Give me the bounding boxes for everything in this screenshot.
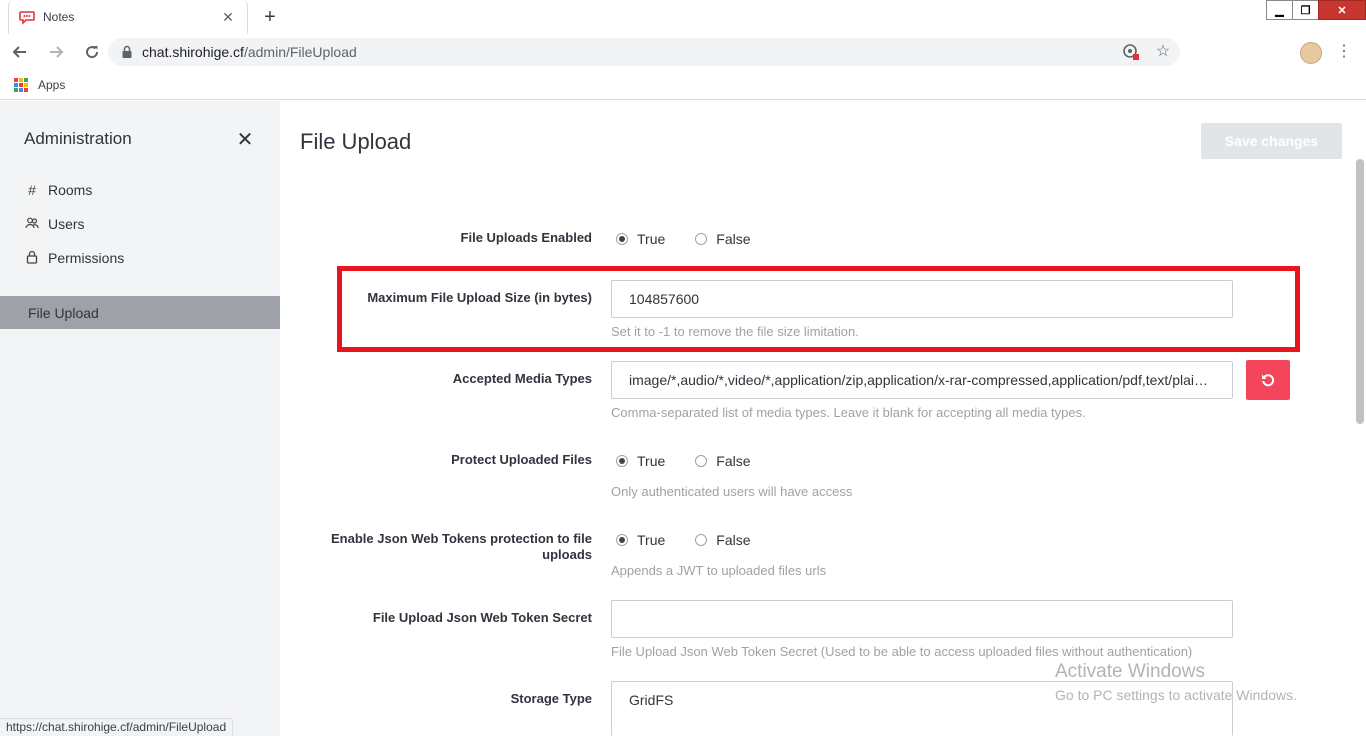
sidebar-item-file-upload[interactable]: File Upload xyxy=(0,296,280,329)
media-types-input[interactable]: image/*,audio/*,video/*,application/zip,… xyxy=(611,361,1233,399)
profile-avatar[interactable] xyxy=(1300,42,1322,64)
setting-hint: Comma-separated list of media types. Lea… xyxy=(611,405,1086,420)
sidebar-item-rooms[interactable]: # Rooms xyxy=(24,179,92,201)
setting-hint: Appends a JWT to uploaded files urls xyxy=(611,563,827,578)
tab-close-icon[interactable]: ✕ xyxy=(219,9,237,26)
jwt-protection-true[interactable]: True xyxy=(616,532,665,548)
sidebar-item-users[interactable]: Users xyxy=(24,213,85,235)
url-text: chat.shirohige.cf/admin/FileUpload xyxy=(142,44,357,60)
browser-tab[interactable]: Notes ✕ xyxy=(8,0,248,34)
reset-icon xyxy=(1262,374,1275,387)
window-close-button[interactable]: ✕ xyxy=(1318,0,1366,20)
uploads-enabled-radio-group: True False xyxy=(616,231,781,247)
sidebar-title: Administration xyxy=(24,129,132,148)
reset-media-types-button[interactable] xyxy=(1246,360,1290,400)
hash-icon: # xyxy=(28,182,36,198)
tab-title: Notes xyxy=(43,10,75,24)
radio-unselected-icon xyxy=(695,233,708,245)
setting-label: Storage Type xyxy=(510,691,592,706)
apps-bookmark[interactable]: Apps xyxy=(38,78,65,92)
lock-icon xyxy=(122,45,132,58)
setting-label: Enable Json Web Tokens protection to fil… xyxy=(331,531,592,562)
address-bar[interactable]: chat.shirohige.cf/admin/FileUpload ☆ xyxy=(108,38,1180,66)
radio-selected-icon xyxy=(616,455,628,467)
page-title: File Upload xyxy=(300,129,412,154)
window-controls: ▁ ❐ ✕ xyxy=(1266,0,1366,20)
restore-button[interactable]: ❐ xyxy=(1292,0,1319,20)
sidebar-item-permissions[interactable]: Permissions xyxy=(24,247,124,269)
setting-hint: Only authenticated users will have acces… xyxy=(611,484,853,499)
radio-unselected-icon xyxy=(695,455,708,467)
jwt-protection-false[interactable]: False xyxy=(695,532,751,548)
radio-selected-icon xyxy=(616,233,628,245)
protect-files-false[interactable]: False xyxy=(695,453,751,469)
setting-label: Protect Uploaded Files xyxy=(451,452,592,467)
link-status-bar: https://chat.shirohige.cf/admin/FileUplo… xyxy=(0,718,234,736)
uploads-enabled-false[interactable]: False xyxy=(695,231,751,247)
lock-icon xyxy=(24,250,40,267)
bookmark-star-icon[interactable]: ☆ xyxy=(1154,43,1172,61)
setting-label: File Uploads Enabled xyxy=(460,230,592,245)
jwt-secret-input[interactable] xyxy=(611,600,1233,638)
browser-tabstrip: Notes ✕ + ▁ ❐ ✕ xyxy=(0,0,1366,34)
reload-icon xyxy=(86,46,99,59)
arrow-left-icon xyxy=(12,46,26,58)
scrollbar-thumb[interactable] xyxy=(1356,159,1364,424)
back-button[interactable] xyxy=(4,36,36,68)
chat-bubble-icon xyxy=(19,11,35,25)
apps-grid-icon xyxy=(14,77,28,92)
uploads-enabled-true[interactable]: True xyxy=(616,231,665,247)
bookmarks-bar: Apps xyxy=(0,70,1366,100)
radio-selected-icon xyxy=(616,534,628,546)
highlight-box xyxy=(337,266,1300,352)
browser-menu-icon[interactable]: ⋮ xyxy=(1336,41,1352,63)
browser-toolbar: chat.shirohige.cf/admin/FileUpload ☆ ⋮ xyxy=(0,34,1366,70)
protect-files-true[interactable]: True xyxy=(616,453,665,469)
site-settings-icon[interactable] xyxy=(1122,43,1140,61)
minimize-button[interactable]: ▁ xyxy=(1266,0,1293,20)
sidebar-close-icon[interactable]: ✕ xyxy=(236,127,254,152)
protect-files-radio-group: True False xyxy=(616,453,781,469)
users-icon xyxy=(24,216,40,233)
new-tab-button[interactable]: + xyxy=(258,6,282,28)
setting-label: Accepted Media Types xyxy=(452,371,592,386)
reload-button[interactable] xyxy=(76,36,108,68)
forward-button[interactable] xyxy=(40,36,72,68)
jwt-protection-radio-group: True False xyxy=(616,532,781,548)
setting-hint: File Upload Json Web Token Secret (Used … xyxy=(611,644,1193,659)
admin-sidebar: Administration ✕ # Rooms Users Permissio… xyxy=(0,101,280,736)
arrow-right-icon xyxy=(50,46,64,58)
setting-label: File Upload Json Web Token Secret xyxy=(372,610,592,625)
radio-unselected-icon xyxy=(695,534,708,546)
windows-activation-watermark: Activate Windows Go to PC settings to ac… xyxy=(1055,661,1297,703)
save-changes-button[interactable]: Save changes xyxy=(1201,123,1342,159)
settings-main: File Upload Save changes File Uploads En… xyxy=(280,101,1366,736)
